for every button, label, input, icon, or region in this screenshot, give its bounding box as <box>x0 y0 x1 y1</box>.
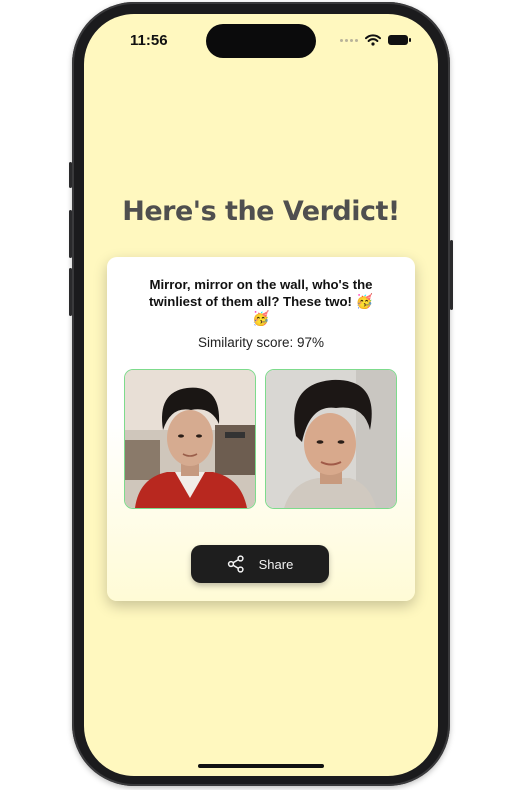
share-icon <box>227 555 244 573</box>
page-title: Here's the Verdict! <box>122 196 400 227</box>
share-button[interactable]: Share <box>191 545 329 583</box>
side-button-volume-up <box>69 210 72 258</box>
status-indicators <box>340 34 411 46</box>
side-button-power <box>450 240 453 310</box>
photo-person-1 <box>124 369 256 509</box>
photo-person-2 <box>265 369 397 509</box>
result-message: Mirror, mirror on the wall, who's the tw… <box>141 277 381 327</box>
app-screen: 11:56 Here's the Verdict! Mirror, mirror… <box>84 14 438 776</box>
side-button-volume-down <box>69 268 72 316</box>
home-indicator[interactable] <box>198 764 324 768</box>
side-button-mute <box>69 162 72 188</box>
share-button-label: Share <box>258 556 294 572</box>
signal-dots-icon <box>340 38 358 42</box>
dynamic-island <box>206 24 316 58</box>
status-time: 11:56 <box>130 32 168 49</box>
wifi-icon <box>365 34 381 46</box>
result-message-text: Mirror, mirror on the wall, who's the tw… <box>148 277 373 309</box>
similarity-score: Similarity score: 97% <box>197 335 325 350</box>
result-card: Mirror, mirror on the wall, who's the tw… <box>107 257 415 601</box>
battery-icon <box>388 35 411 45</box>
